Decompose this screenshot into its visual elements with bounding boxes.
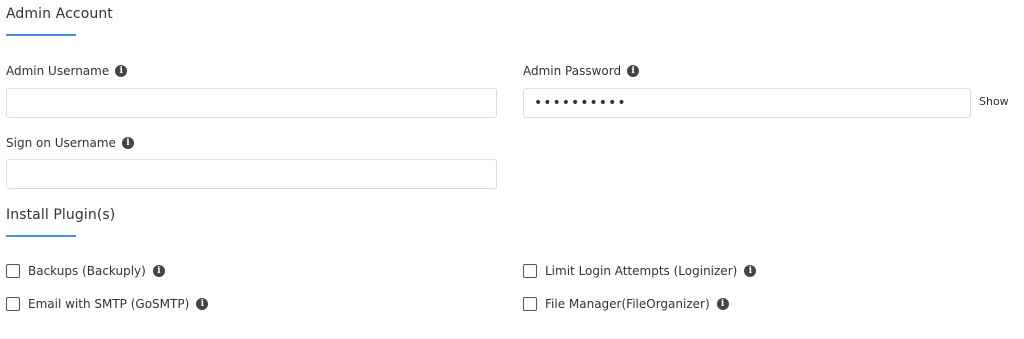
plugin-fileorganizer-checkbox[interactable] xyxy=(523,297,537,311)
plugin-backuply-checkbox[interactable] xyxy=(6,264,20,278)
admin-account-heading: Admin Account xyxy=(6,6,113,22)
admin-username-label: Admin Username i xyxy=(6,64,128,78)
plugin-loginizer-label: Limit Login Attempts (Loginizer) xyxy=(545,264,738,278)
plugin-backuply-row[interactable]: Backups (Backuply) i xyxy=(6,264,165,278)
sign-on-username-input[interactable] xyxy=(6,159,497,189)
plugin-fileorganizer-row[interactable]: File Manager(FileOrganizer) i xyxy=(523,297,729,311)
info-icon[interactable]: i xyxy=(716,298,729,310)
plugin-fileorganizer-label: File Manager(FileOrganizer) xyxy=(545,297,710,311)
info-icon[interactable]: i xyxy=(121,137,134,149)
plugin-loginizer-row[interactable]: Limit Login Attempts (Loginizer) i xyxy=(523,264,757,278)
info-icon[interactable]: i xyxy=(627,65,640,77)
info-icon[interactable]: i xyxy=(115,65,128,77)
sign-on-username-label: Sign on Username i xyxy=(6,136,134,150)
show-password-button[interactable]: Show xyxy=(979,95,1009,108)
info-icon[interactable]: i xyxy=(152,265,165,277)
install-plugins-underline xyxy=(6,235,76,237)
admin-password-label-text: Admin Password xyxy=(523,64,622,78)
plugin-gosmtp-label: Email with SMTP (GoSMTP) xyxy=(28,297,190,311)
admin-username-label-text: Admin Username xyxy=(6,64,110,78)
plugin-loginizer-checkbox[interactable] xyxy=(523,264,537,278)
admin-account-underline xyxy=(6,34,76,36)
plugin-gosmtp-row[interactable]: Email with SMTP (GoSMTP) i xyxy=(6,297,209,311)
install-plugins-heading: Install Plugin(s) xyxy=(6,207,116,223)
admin-password-input[interactable] xyxy=(523,88,971,118)
admin-password-label: Admin Password i xyxy=(523,64,640,78)
plugin-gosmtp-checkbox[interactable] xyxy=(6,297,20,311)
info-icon[interactable]: i xyxy=(196,298,209,310)
plugin-backuply-label: Backups (Backuply) xyxy=(28,264,146,278)
admin-username-input[interactable] xyxy=(6,88,497,118)
info-icon[interactable]: i xyxy=(744,265,757,277)
sign-on-username-label-text: Sign on Username xyxy=(6,136,116,150)
